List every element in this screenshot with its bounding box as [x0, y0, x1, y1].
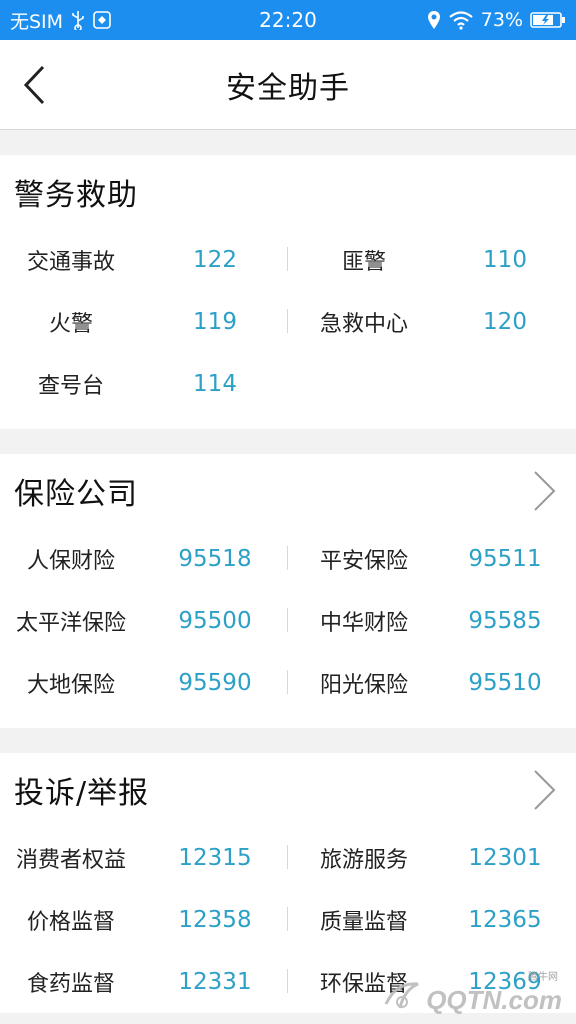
contact-phone[interactable]: 119: [142, 309, 288, 335]
contact-item[interactable]: 阳光保险 95510: [288, 652, 576, 714]
contact-item[interactable]: 食药监督 12331: [0, 951, 288, 1013]
empty-cell: [288, 353, 576, 415]
contact-name: 火警: [48, 312, 93, 337]
contact-phone[interactable]: 95500: [142, 608, 288, 634]
contact-phone[interactable]: 95518: [142, 546, 288, 572]
contact-name: 匪警: [341, 250, 386, 275]
section-title: 警务救助: [14, 178, 138, 213]
wifi-icon: [448, 10, 474, 30]
section-title: 投诉/举报: [14, 776, 150, 811]
contact-name: 食药监督: [26, 972, 115, 997]
contact-item[interactable]: 价格监督 12358: [0, 889, 288, 951]
contact-name: 查号台: [37, 374, 104, 399]
contact-phone[interactable]: 95511: [440, 546, 576, 572]
section-header[interactable]: 投诉/举报: [0, 753, 576, 827]
contact-name: 交通事故: [26, 250, 115, 275]
page-title: 安全助手: [226, 70, 350, 106]
contact-item[interactable]: 匪警 110: [288, 229, 576, 291]
contact-name: 价格监督: [26, 910, 115, 935]
contact-name: 人保财险: [26, 549, 115, 574]
contact-phone[interactable]: 95510: [440, 670, 576, 696]
contact-name: 中华财险: [319, 611, 408, 636]
watermark-small: 腾牛网: [528, 972, 558, 983]
battery-percent: 73%: [480, 9, 523, 31]
section-police-help: 警务救助 交通事故 122 匪警 110 火警 119 急救中心 120 查号台 114: [0, 155, 576, 429]
section-insurance: 保险公司 人保财险 95518 平安保险 95511 太平洋保险 95500 中华财险…: [0, 454, 576, 728]
watermark-logo-icon: [382, 978, 422, 1016]
contact-name: 急救中心: [319, 312, 408, 337]
nav-bar: 安全助手: [0, 40, 576, 130]
chevron-right-icon[interactable]: [532, 769, 558, 811]
location-icon: [427, 10, 441, 30]
watermark: QQTN.com 腾牛网: [382, 972, 562, 1016]
contact-item[interactable]: 中华财险 95585: [288, 590, 576, 652]
contact-name: 消费者权益: [15, 848, 126, 873]
contact-phone[interactable]: 95585: [440, 608, 576, 634]
contact-item[interactable]: 查号台 114: [0, 353, 288, 415]
notification-app-icon: [93, 11, 111, 29]
contact-phone[interactable]: 95590: [142, 670, 288, 696]
contact-name: 太平洋保险: [15, 611, 126, 636]
section-header[interactable]: 保险公司: [0, 454, 576, 528]
section-header: 警务救助: [0, 155, 576, 229]
contact-item[interactable]: 大地保险 95590: [0, 652, 288, 714]
contact-phone[interactable]: 120: [440, 309, 576, 335]
contact-name: 旅游服务: [319, 848, 408, 873]
contact-name: 平安保险: [319, 549, 408, 574]
status-bar: 无SIM 22:20 73%: [0, 0, 576, 40]
contact-name: 大地保险: [26, 673, 115, 698]
contact-phone[interactable]: 114: [142, 371, 288, 397]
carrier-label: 无SIM: [10, 10, 64, 33]
contact-phone[interactable]: 12301: [440, 845, 576, 871]
contact-item[interactable]: 消费者权益 12315: [0, 827, 288, 889]
contact-item[interactable]: 急救中心 120: [288, 291, 576, 353]
contact-grid: 交通事故 122 匪警 110 火警 119 急救中心 120 查号台 114: [0, 229, 576, 415]
contact-item[interactable]: 交通事故 122: [0, 229, 288, 291]
contact-item[interactable]: 旅游服务 12301: [288, 827, 576, 889]
contact-item[interactable]: 质量监督 12365: [288, 889, 576, 951]
contact-item[interactable]: 太平洋保险 95500: [0, 590, 288, 652]
usb-icon: [71, 10, 85, 30]
contact-phone[interactable]: 12331: [142, 969, 288, 995]
contact-name: 阳光保险: [319, 673, 408, 698]
back-button[interactable]: [14, 62, 54, 108]
chevron-left-icon: [23, 65, 45, 105]
contact-item[interactable]: 人保财险 95518: [0, 528, 288, 590]
contact-phone[interactable]: 12365: [440, 907, 576, 933]
watermark-text: QQTN.com: [426, 985, 562, 1015]
contact-item[interactable]: 火警 119: [0, 291, 288, 353]
chevron-right-icon[interactable]: [532, 470, 558, 512]
contact-grid: 人保财险 95518 平安保险 95511 太平洋保险 95500 中华财险 95585…: [0, 528, 576, 714]
contact-name: 质量监督: [319, 910, 408, 935]
contact-item[interactable]: 平安保险 95511: [288, 528, 576, 590]
section-complaints: 投诉/举报 消费者权益 12315 旅游服务 12301 价格监督 12358 质量监…: [0, 753, 576, 1013]
section-title: 保险公司: [14, 477, 138, 512]
contact-phone[interactable]: 12315: [142, 845, 288, 871]
contact-phone[interactable]: 122: [142, 247, 288, 273]
contact-phone[interactable]: 110: [440, 247, 576, 273]
battery-charging-icon: [530, 11, 566, 29]
contact-phone[interactable]: 12358: [142, 907, 288, 933]
